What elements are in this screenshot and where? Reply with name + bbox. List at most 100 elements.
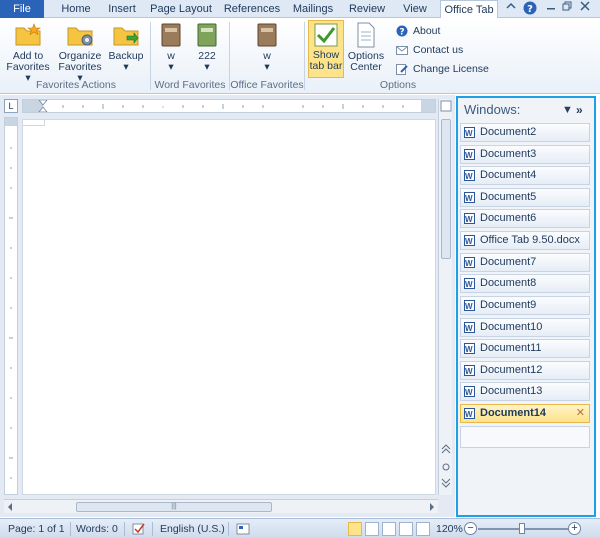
window-item[interactable]: Office Tab 9.50.docx [460,231,590,250]
word-document-icon [464,276,475,293]
show-tab-bar-label: Show tab bar [309,49,343,72]
horizontal-scrollbar[interactable]: ||| [4,499,438,513]
backup-button[interactable]: Backup ▾ [108,22,144,73]
draft-view-button[interactable] [416,522,430,536]
svg-text:?: ? [399,28,404,38]
tab-home[interactable]: Home [54,0,98,18]
window-item[interactable]: Document8 [460,274,590,293]
group-separator [304,22,305,90]
page-navigation-icons[interactable] [440,443,452,493]
new-window-slot[interactable] [460,426,590,448]
zoom-level[interactable]: 120% [436,519,463,538]
close-icon[interactable]: ✕ [576,405,585,422]
restore-icon[interactable] [560,1,574,17]
vertical-scrollbar[interactable] [438,99,452,495]
margin-marker [23,120,45,126]
minimize-icon[interactable] [544,1,558,17]
change-license-button[interactable]: Change License [396,61,496,77]
tab-office-tab[interactable]: Office Tab [440,0,498,19]
word-document-icon [464,147,475,164]
word-document-icon [464,384,475,401]
window-item[interactable]: Document4 [460,166,590,185]
web-layout-button[interactable] [382,522,396,536]
macro-icon[interactable] [236,519,250,538]
office-favorite-w-button[interactable]: w ▾ [252,22,282,73]
vertical-scroll-thumb[interactable] [441,119,451,259]
close-icon[interactable] [578,1,592,17]
status-separator [70,522,71,536]
info-icon: ? [396,25,408,37]
window-item[interactable]: Document11 [460,339,590,358]
windows-panel-header: Windows: ▼ » [460,100,592,120]
word-document-icon [464,406,475,423]
word-document-icon [464,190,475,207]
contact-us-button[interactable]: Contact us [396,42,486,58]
window-item[interactable]: Document13 [460,382,590,401]
proofing-icon[interactable] [132,519,146,538]
window-item[interactable]: Document7 [460,253,590,272]
scroll-right-icon[interactable] [428,502,436,512]
tab-page-layout[interactable]: Page Layout [146,0,216,18]
ribbon-tabs: File Home Insert Page Layout References … [0,0,600,19]
window-item-active[interactable]: Document14✕ [460,404,590,423]
zoom-slider-knob[interactable] [519,523,525,534]
word-document-icon [464,320,475,337]
outline-view-button[interactable] [399,522,413,536]
word-favorite-w-button[interactable]: w ▾ [156,22,186,73]
organize-favorites-button[interactable]: Organize Favorites ▾ [56,22,104,84]
vertical-ruler[interactable] [4,117,18,495]
word-favorite-222-button[interactable]: 222 ▾ [192,22,222,73]
document-page[interactable] [22,119,436,495]
window-item[interactable]: Document3 [460,145,590,164]
ribbon-collapse-icon[interactable] [504,1,518,17]
word-document-icon [464,363,475,380]
checkmark-icon [314,23,338,47]
show-tab-bar-button[interactable]: Show tab bar [308,20,344,78]
window-item[interactable]: Document5 [460,188,590,207]
language[interactable]: English (U.S.) [160,519,225,538]
window-item[interactable]: Document9 [460,296,590,315]
svg-text:·: · [162,103,165,112]
options-center-button[interactable]: Options Center [346,22,386,73]
about-button[interactable]: ? About [396,23,486,39]
tab-file[interactable]: File [0,0,44,18]
print-layout-view-button[interactable] [348,522,362,536]
group-label-word-favorites: Word Favorites [154,79,226,91]
word-document-icon [464,125,475,142]
tab-references[interactable]: References [220,0,284,18]
window-item[interactable]: Document10 [460,318,590,337]
zoom-out-button[interactable]: − [464,522,477,535]
dropdown-arrow-icon[interactable]: ▼ [562,100,573,120]
license-edit-icon [396,64,408,75]
options-center-label: Options Center [347,50,385,73]
window-item[interactable]: Document12 [460,361,590,380]
full-screen-reading-button[interactable] [365,522,379,536]
ruler-toggle-icon[interactable] [440,99,452,113]
about-label: About [413,25,441,37]
window-item[interactable]: Document2 [460,123,590,142]
scroll-left-icon[interactable] [6,502,14,512]
page-count[interactable]: Page: 1 of 1 [8,519,65,538]
word-document-icon [464,298,475,315]
tab-mailings[interactable]: Mailings [288,0,338,18]
backup-label: Backup ▾ [108,50,144,73]
tab-view[interactable]: View [396,0,434,18]
add-to-favorites-button[interactable]: Add to Favorites ▾ [6,22,50,84]
horizontal-scroll-thumb[interactable]: ||| [76,502,272,512]
horizontal-ruler[interactable]: · [22,99,436,113]
folder-star-icon [15,23,41,46]
status-bar: Page: 1 of 1 Words: 0 English (U.S.) 120… [0,518,600,538]
zoom-in-button[interactable]: + [568,522,581,535]
collapse-panel-icon[interactable]: » [576,100,583,120]
group-label-favorites-actions: Favorites Actions [36,79,116,91]
help-icon[interactable]: ? [522,1,538,17]
window-item[interactable]: Document6 [460,209,590,228]
ruler-ticks: · [23,99,435,113]
word-count[interactable]: Words: 0 [76,519,118,538]
tab-insert[interactable]: Insert [100,0,144,18]
status-separator [228,522,229,536]
tab-selector[interactable]: L [4,99,18,113]
word-document-icon [464,168,475,185]
tab-review[interactable]: Review [344,0,390,18]
windows-panel: Windows: ▼ » Document2 Document3 Documen… [456,96,596,517]
